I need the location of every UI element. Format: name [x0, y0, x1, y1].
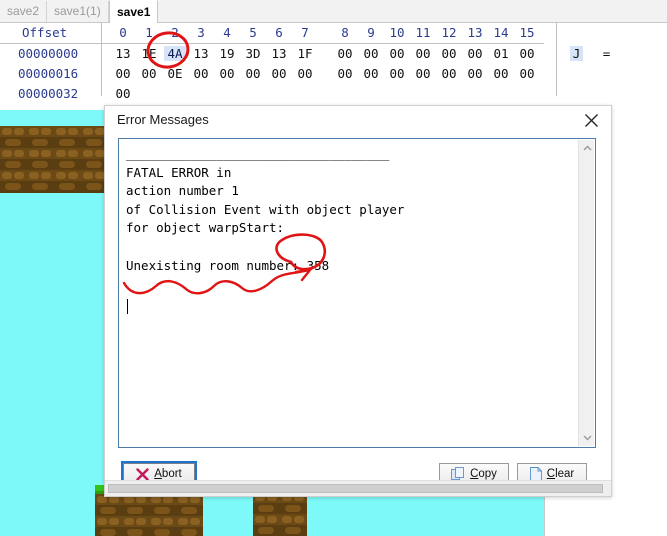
- hex-col-header-13: 13: [467, 25, 483, 40]
- hex-byte-cell[interactable]: 00: [516, 66, 538, 81]
- hex-col-header-10: 10: [389, 25, 405, 40]
- offset-column-header: Offset: [22, 25, 68, 40]
- hex-byte-cell[interactable]: 00: [112, 66, 134, 81]
- hex-byte-cell[interactable]: 00: [360, 46, 382, 61]
- copy-button-label: Copy: [470, 468, 497, 480]
- hex-byte-cell[interactable]: 00: [490, 66, 512, 81]
- hex-byte-cell[interactable]: 00: [464, 66, 486, 81]
- hex-byte-cell[interactable]: 00: [386, 66, 408, 81]
- hex-byte-cell[interactable]: 00: [190, 66, 212, 81]
- hex-byte-cell[interactable]: 3D: [242, 46, 264, 61]
- hex-byte-cell[interactable]: 4A: [164, 46, 186, 61]
- game-brick-tile-lower: [54, 181, 81, 193]
- hex-byte-cell[interactable]: 01: [490, 46, 512, 61]
- ascii-column-separator: [556, 23, 557, 96]
- hex-row-offset: 00000016: [18, 66, 79, 81]
- red-x-icon: [136, 467, 149, 481]
- game-platform-right: [253, 492, 307, 536]
- tab-save11[interactable]: save1(1): [47, 1, 109, 22]
- hex-byte-cell[interactable]: 00: [464, 46, 486, 61]
- error-message-text: ___________________________________ FATA…: [126, 146, 405, 273]
- game-brick-tile-lower: [27, 181, 54, 193]
- game-brick-tile-lower: [122, 527, 149, 536]
- error-message-textarea[interactable]: ___________________________________ FATA…: [118, 138, 596, 448]
- hex-byte-cell[interactable]: 13: [268, 46, 290, 61]
- close-x-icon[interactable]: [575, 109, 607, 131]
- hex-byte-cell[interactable]: 13: [190, 46, 212, 61]
- hex-byte-cell[interactable]: 00: [360, 66, 382, 81]
- hex-byte-cell[interactable]: 00: [438, 46, 460, 61]
- dialog-titlebar: Error Messages: [105, 106, 611, 134]
- message-vertical-scrollbar[interactable]: [578, 140, 594, 446]
- hex-byte-cell[interactable]: 00: [242, 66, 264, 81]
- abort-rest-label: bort: [161, 468, 182, 480]
- tab-save1[interactable]: save1: [109, 0, 159, 23]
- hex-byte-cell[interactable]: 00: [294, 66, 316, 81]
- hex-byte-cell[interactable]: 00: [334, 66, 356, 81]
- ascii-cell[interactable]: J: [570, 46, 583, 61]
- hex-byte-cell[interactable]: 00: [216, 66, 238, 81]
- hex-byte-cell[interactable]: 00: [138, 66, 160, 81]
- hex-row-offset: 00000032: [18, 86, 79, 101]
- abort-button-label: Abort: [154, 468, 182, 480]
- dialog-title: Error Messages: [117, 112, 209, 127]
- offset-column-separator: [101, 23, 102, 96]
- game-brick-tile-lower: [149, 527, 176, 536]
- game-brick-tile-lower: [253, 525, 280, 536]
- hex-col-header-15: 15: [519, 25, 535, 40]
- hex-col-header-7: 7: [301, 25, 309, 40]
- hex-col-header-1: 1: [145, 25, 153, 40]
- hex-byte-cell[interactable]: 00: [112, 86, 134, 101]
- hex-col-header-3: 3: [197, 25, 205, 40]
- hex-byte-cell[interactable]: 1F: [294, 46, 316, 61]
- copy-pages-icon: [451, 467, 465, 480]
- hex-col-header-14: 14: [493, 25, 509, 40]
- scrollbar-thumb[interactable]: [108, 484, 603, 493]
- abort-accel-char: A: [154, 468, 162, 480]
- game-brick-tile-lower: [0, 181, 27, 193]
- hex-byte-cell[interactable]: 1E: [138, 46, 160, 61]
- copy-rest-label: opy: [478, 468, 497, 480]
- hex-byte-cell[interactable]: 00: [412, 46, 434, 61]
- hex-byte-cell[interactable]: 00: [386, 46, 408, 61]
- text-caret: [127, 299, 128, 314]
- hex-byte-cell[interactable]: 00: [438, 66, 460, 81]
- hex-byte-cell[interactable]: 00: [412, 66, 434, 81]
- hex-byte-cell[interactable]: 19: [216, 46, 238, 61]
- game-brick-tile-lower: [176, 527, 203, 536]
- game-brick-tile-lower: [95, 527, 122, 536]
- hex-byte-cell[interactable]: 0E: [164, 66, 186, 81]
- hex-col-header-11: 11: [415, 25, 431, 40]
- tab-save2[interactable]: save2: [0, 1, 48, 22]
- hex-byte-cell[interactable]: 00: [334, 46, 356, 61]
- hex-col-header-6: 6: [275, 25, 283, 40]
- hex-col-header-4: 4: [223, 25, 231, 40]
- clear-accel-char: C: [546, 468, 556, 480]
- dialog-horizontal-scrollbar[interactable]: [105, 480, 611, 496]
- header-separator: [0, 43, 544, 44]
- ascii-cell[interactable]: =: [600, 46, 613, 61]
- hex-row-offset: 00000000: [18, 46, 79, 61]
- game-brick-tile-lower: [280, 525, 307, 536]
- error-messages-dialog: Error Messages _________________________…: [104, 105, 612, 497]
- hex-col-header-9: 9: [367, 25, 375, 40]
- hex-byte-cell[interactable]: 13: [112, 46, 134, 61]
- clear-rest-label: lear: [555, 468, 575, 480]
- hex-byte-cell[interactable]: 00: [268, 66, 290, 81]
- hex-byte-cell[interactable]: 00: [516, 46, 538, 61]
- hex-col-header-2: 2: [171, 25, 179, 40]
- chevron-down-icon[interactable]: [579, 430, 595, 446]
- hex-editor-window: save2 save1(1) save1 Offset 0 1 2 3 4 5 6 7 8 9 10 11…: [0, 0, 667, 110]
- game-brick-strip-top: [0, 126, 135, 193]
- hex-editor-tabbar: save2 save1(1) save1: [0, 0, 667, 23]
- hex-col-header-5: 5: [249, 25, 257, 40]
- hex-col-header-12: 12: [441, 25, 457, 40]
- hex-col-header-8: 8: [341, 25, 349, 40]
- blank-page-icon: [529, 467, 542, 481]
- chevron-up-icon[interactable]: [579, 140, 595, 156]
- clear-button-label: Clear: [547, 468, 575, 480]
- hex-col-header-0: 0: [119, 25, 127, 40]
